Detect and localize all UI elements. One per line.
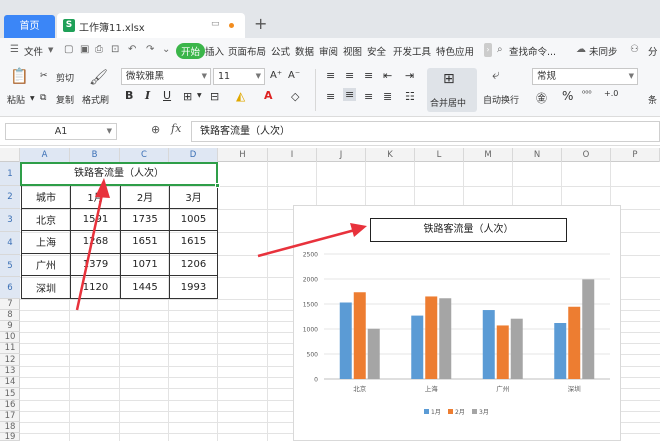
arrow-to-a1 [75,178,110,311]
arrow-to-chart-title [257,223,367,258]
annotation-arrows [75,178,367,311]
